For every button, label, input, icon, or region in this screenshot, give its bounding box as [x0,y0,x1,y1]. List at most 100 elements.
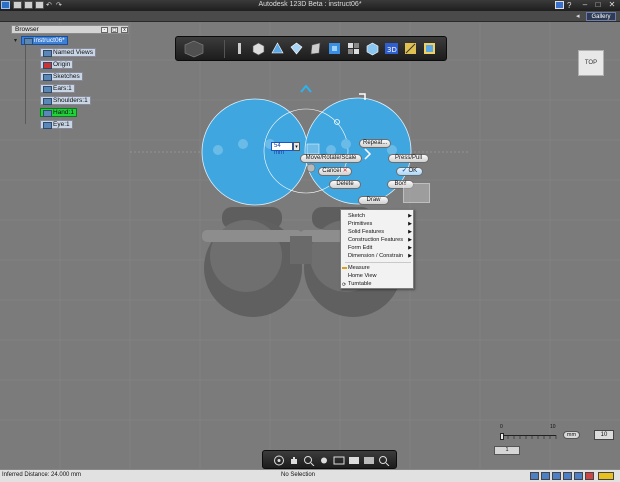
visual-style-icon[interactable] [333,455,345,466]
browser-item-origin[interactable]: Origin [40,60,74,69]
browser-item-shoulders[interactable]: Shoulders:1 [40,96,91,105]
modify-icon[interactable] [308,41,323,56]
unit-button[interactable]: mm [563,431,580,439]
browser-panel: Browser - ◻ x ▾ instruct06* Named Views … [11,25,129,131]
main-toolbar: 3D [175,36,447,61]
menu-item-construction-features[interactable]: Construction Features ▶ [341,236,415,244]
menu-item-home-view[interactable]: Home View [341,272,415,280]
view-cube[interactable]: TOP [578,50,604,76]
dimension-dropdown-icon[interactable]: ▾ [293,142,300,151]
window-title: Autodesk 123D Beta : instruct06* [258,1,362,8]
sketch-icon[interactable] [270,41,285,56]
submenu-arrow-icon: ▶ [408,221,412,227]
submenu-arrow-icon: ▶ [408,253,412,259]
slider-min-label: 0 [500,424,503,430]
combine-icon[interactable] [365,41,380,56]
dimension-input[interactable]: 54 mm [271,142,293,156]
browser-item-eye[interactable]: Eye:1 [40,120,73,129]
submenu-arrow-icon: ▶ [408,237,412,243]
pattern-icon[interactable] [327,41,342,56]
browser-close-icon[interactable]: x [121,27,128,33]
zoom-icon[interactable] [303,455,315,466]
slider-thumb[interactable] [500,433,504,440]
transform-icon[interactable] [232,41,247,56]
grid-toggle-icon[interactable] [541,472,550,480]
menu-item-form-edit[interactable]: Form Edit ▶ [341,244,415,252]
warning-icon[interactable] [585,472,594,480]
primitives-icon[interactable] [251,41,266,56]
grouping-icon[interactable] [346,41,361,56]
selection-filter-icon[interactable] [552,472,561,480]
orbit-icon[interactable] [273,455,285,466]
repeat-button[interactable]: Repeat... [359,139,391,148]
cancel-x-icon: ✕ [340,168,348,174]
browser-item-sketches[interactable]: Sketches [40,72,83,81]
gallery-arrow-icon[interactable]: ◂ [576,12,580,20]
delete-button[interactable]: Delete [329,180,361,189]
collapse-toggle-icon[interactable]: ▾ [14,37,17,44]
ok-button[interactable]: ✔ OK [396,167,423,176]
search-view-icon[interactable] [378,455,390,466]
move-rotate-scale-button[interactable]: Move/Rotate/Scale [300,154,362,163]
secondary-toolbar [0,11,620,22]
slider-ticks [501,435,557,439]
look-at-icon[interactable] [318,455,330,466]
turntable-icon: ⟳ [342,282,347,288]
menu-item-primitives[interactable]: Primitives ▶ [341,220,415,228]
draw-button[interactable]: Draw [358,196,389,205]
materials-display-icon[interactable] [363,455,375,466]
hover-tooltip [403,183,430,203]
grid-value-field[interactable]: 1 [494,446,520,455]
component-icon [24,38,33,45]
browser-item-ears[interactable]: Ears:1 [40,84,75,93]
toolbar-logo-icon[interactable] [183,40,205,58]
cancel-button[interactable]: Cancel ✕ [318,167,352,176]
browser-options-icon[interactable]: ◻ [111,27,118,33]
menu-item-dimension-constrain[interactable]: Dimension / Constrain ▶ [341,252,415,260]
navigation-bar [262,450,397,469]
folder-icon [43,74,52,81]
folder-icon [43,50,52,57]
close-icon[interactable]: ✕ [607,1,617,9]
browser-root[interactable]: instruct06* [21,36,68,45]
ok-check-icon: ✔ [401,168,409,174]
view-toggle-icon[interactable] [563,472,572,480]
submenu-arrow-icon: ▶ [408,213,412,219]
material-icon[interactable] [422,41,437,56]
grid-display-icon[interactable] [348,455,360,466]
text-3d-icon[interactable]: 3D [384,41,399,56]
exit-icon[interactable] [598,472,614,480]
measure-icon[interactable] [403,41,418,56]
status-measurement: Inferred Distance: 24.000 mm [2,472,82,478]
browser-pin-icon[interactable]: - [101,27,108,33]
eye-icon[interactable] [43,122,52,129]
menu-item-turntable[interactable]: ⟳ Turntable [341,280,415,288]
gallery-button[interactable]: Gallery [586,12,616,21]
menu-item-solid-features[interactable]: Solid Features ▶ [341,228,415,236]
menu-item-measure[interactable]: Measure [341,264,415,272]
maximize-icon[interactable]: □ [593,1,603,9]
minimize-icon[interactable]: – [580,1,590,9]
construct-icon[interactable] [289,41,304,56]
browser-item-named-views[interactable]: Named Views [40,48,96,57]
browser-item-hand[interactable]: Hand:1 [40,108,77,117]
status-selection: No Selection [281,472,316,478]
display-toggle-icon[interactable] [574,472,583,480]
snap-toggle-icon[interactable] [530,472,539,480]
svg-text:3D: 3D [387,46,397,54]
eye-icon[interactable] [43,110,52,117]
eye-icon[interactable] [43,86,52,93]
press-pull-button[interactable]: Press/Pull [388,154,429,163]
title-bar: ↶ ↷ Autodesk 123D Beta : instruct06* ? –… [0,0,620,11]
submenu-arrow-icon: ▶ [408,245,412,251]
submenu-arrow-icon: ▶ [408,229,412,235]
grid-slider[interactable]: 0 10 [499,424,559,441]
help-icon[interactable]: ? [567,1,571,10]
sign-in-icon[interactable] [555,1,564,9]
pan-icon[interactable] [288,455,300,466]
snap-value-field[interactable]: 10 [594,430,614,440]
menu-item-sketch[interactable]: Sketch ▶ [341,212,415,220]
folder-hidden-icon [43,62,52,69]
status-bar: Inferred Distance: 24.000 mm No Selectio… [0,469,620,482]
eye-icon[interactable] [43,98,52,105]
